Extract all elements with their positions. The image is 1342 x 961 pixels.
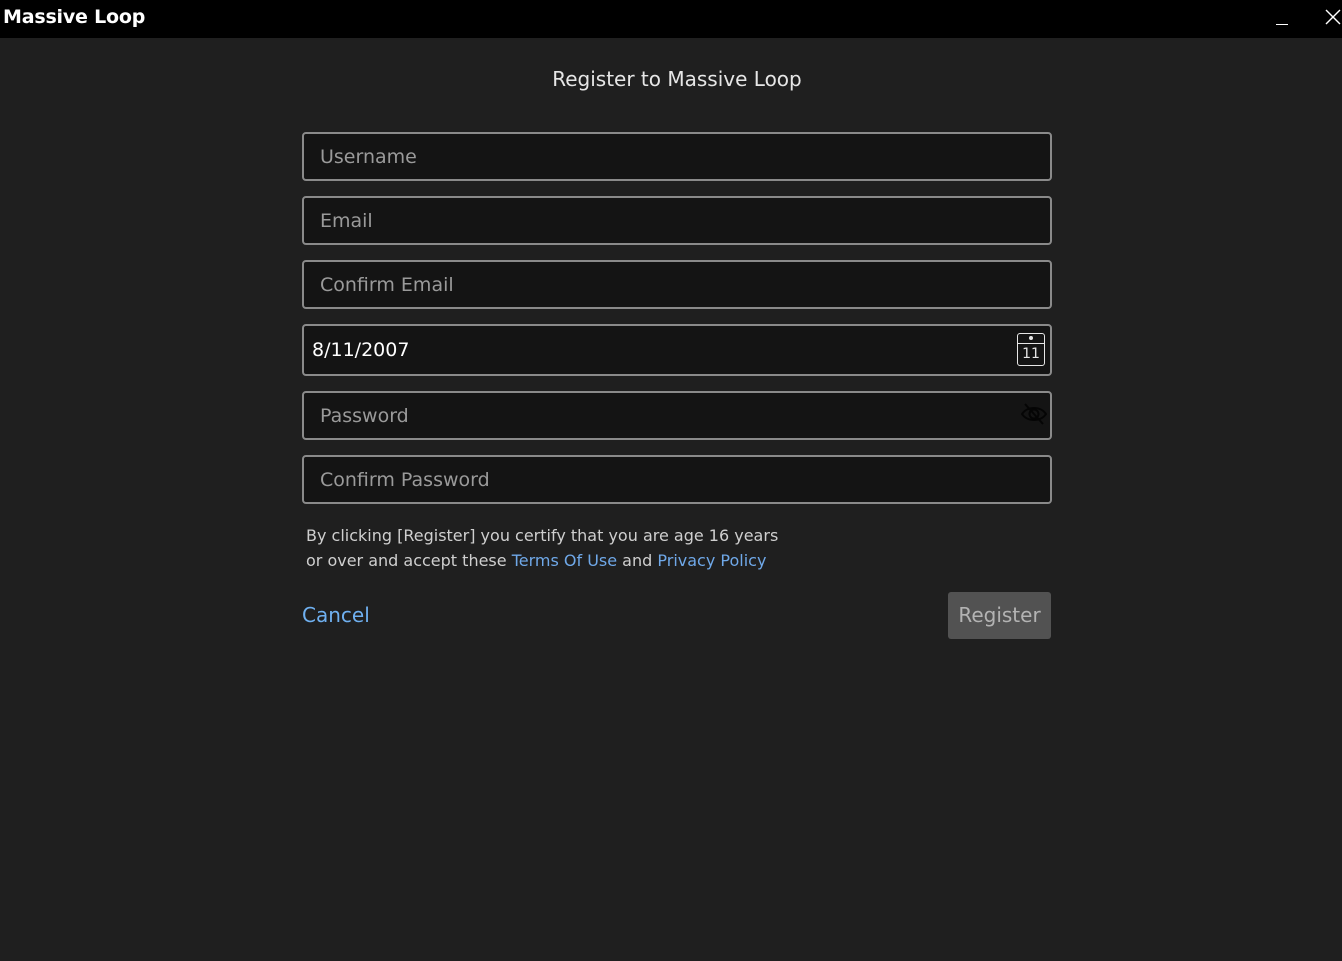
- terms-notice: By clicking [Register] you certify that …: [306, 523, 786, 573]
- page-title: Register to Massive Loop: [552, 67, 802, 91]
- close-icon: [1325, 9, 1341, 25]
- calendar-button[interactable]: 11: [1017, 333, 1045, 366]
- confirm-email-field[interactable]: [302, 260, 1052, 309]
- calendar-icon-ring: [1029, 336, 1033, 340]
- eye-hidden-icon: [1020, 403, 1048, 425]
- username-field[interactable]: [302, 132, 1052, 181]
- title-bar: Massive Loop: [0, 0, 1342, 38]
- app-title: Massive Loop: [3, 6, 146, 28]
- calendar-day-number: 11: [1022, 346, 1040, 362]
- terms-conjunction: and: [617, 551, 658, 570]
- calendar-icon-divider: [1018, 343, 1044, 344]
- password-field[interactable]: [302, 391, 1052, 440]
- email-input[interactable]: [304, 198, 1050, 243]
- birthdate-picker[interactable]: 8/11/2007 11: [302, 324, 1052, 376]
- terms-of-use-link[interactable]: Terms Of Use: [512, 551, 617, 570]
- toggle-password-visibility-button[interactable]: [1020, 401, 1048, 427]
- email-field[interactable]: [302, 196, 1052, 245]
- privacy-policy-link[interactable]: Privacy Policy: [657, 551, 766, 570]
- birthdate-value[interactable]: 8/11/2007: [312, 339, 409, 361]
- register-button[interactable]: Register: [948, 592, 1051, 639]
- minimize-button[interactable]: [1268, 0, 1298, 38]
- password-input[interactable]: [304, 393, 1050, 438]
- minimize-icon: [1276, 24, 1288, 25]
- cancel-button[interactable]: Cancel: [302, 603, 370, 627]
- username-input[interactable]: [304, 134, 1050, 179]
- confirm-password-input[interactable]: [304, 457, 1050, 502]
- close-button[interactable]: [1318, 0, 1342, 38]
- confirm-email-input[interactable]: [304, 262, 1050, 307]
- confirm-password-field[interactable]: [302, 455, 1052, 504]
